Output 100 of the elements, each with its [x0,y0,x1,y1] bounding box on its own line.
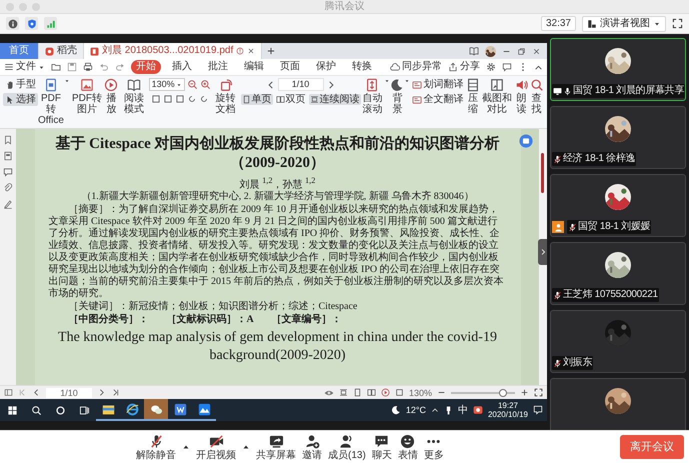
new-tab-icon[interactable] [266,46,276,56]
share-button[interactable]: 分享 [448,61,480,73]
participant-tile[interactable]: 国贸 18-1 刘媛媛 [550,174,686,237]
rotate-left-icon[interactable] [186,94,197,104]
two-page-icon[interactable] [366,388,376,397]
attachment-icon[interactable] [3,183,13,193]
file-menu[interactable]: 文件 [4,61,45,73]
ribbon-button[interactable]: PDF转图片 [70,78,104,115]
toolbar-button[interactable]: 成员(13) [328,434,366,460]
ribbon-button[interactable]: 手型 [3,78,38,91]
ribbon-button[interactable]: 划词翻译 [410,78,466,91]
fullscreen-icon[interactable] [672,18,683,29]
zoom-field[interactable]: 130% [148,78,185,91]
save-icon[interactable] [67,62,77,72]
undo-icon[interactable] [99,62,109,72]
view-mode-button[interactable]: 单页 [240,94,272,105]
participant-tile[interactable]: 刘振东 [550,310,686,373]
weather-temperature[interactable]: 12°C [406,405,426,415]
sync-status[interactable]: 同步异常 [390,61,442,73]
caret-up-icon[interactable] [242,443,250,451]
fit-page-icon[interactable] [150,94,161,104]
menu-tab[interactable]: 开始 [131,60,161,74]
page-field[interactable]: 1/10 [46,388,92,398]
toolbar-button[interactable]: 更多 [424,434,444,460]
ribbon-button[interactable]: PDF转Office [38,78,64,126]
input-method[interactable]: 中 [458,403,468,417]
participant-tile[interactable]: 王芝炜 107552000221 [550,242,686,305]
info-button[interactable] [6,17,19,30]
close-icon[interactable] [532,46,541,56]
ribbon-button[interactable]: 全文翻译 [410,93,466,106]
caret-icon[interactable] [404,78,410,84]
toolbar-button[interactable]: 邀请 [302,434,322,460]
circle-icon[interactable] [54,404,66,416]
view-mode-button[interactable]: 双页 [274,94,306,105]
document-tab[interactable]: 首页 [0,43,39,59]
fit-width-icon[interactable] [162,94,173,104]
book-icon[interactable] [469,46,479,56]
menu-tab[interactable]: 保护 [311,60,341,74]
document-tab[interactable]: 稻壳 [39,43,84,59]
menu-tab[interactable]: 批注 [203,60,233,74]
settings-icon[interactable] [486,62,496,72]
caret-icon[interactable] [64,78,70,84]
participant-tile[interactable]: 国贸 18-1 刘晨的屏幕共享 [550,38,686,101]
leave-button[interactable]: 离开会议 [620,435,684,459]
toolbar-button[interactable]: 共享屏幕 [256,434,296,460]
menu-tab[interactable]: 编辑 [239,60,269,74]
rotate-right-icon[interactable] [198,94,209,104]
ribbon-button[interactable]: 播放 [104,78,119,115]
ribbon-button[interactable]: 截图和对比 [480,78,514,115]
ribbon-button[interactable]: 选择 [3,93,38,106]
assistant-icon[interactable] [519,134,533,148]
restore-icon[interactable] [517,46,526,56]
ribbon-button[interactable]: 背景 [390,78,404,115]
ribbon-button[interactable]: 阅读模式 [118,78,149,115]
continuous-icon[interactable] [338,388,348,397]
page-icon[interactable] [352,388,362,397]
page-field[interactable]: 1/10 [278,78,324,91]
task-view-icon[interactable] [78,404,90,416]
toolbar-button[interactable]: 表情 [398,434,418,460]
notification-icon[interactable] [533,405,543,415]
ribbon-button[interactable]: 自动滚动 [360,78,384,115]
thumbnail-icon[interactable] [3,151,13,161]
previous-icon[interactable] [266,80,276,90]
comment-icon[interactable] [502,62,512,72]
participant-tile[interactable] [550,378,686,430]
zoom-in-icon[interactable] [520,388,529,397]
ribbon-button[interactable]: 查找 [529,78,544,115]
toolbar-button[interactable]: 聊天 [372,434,392,460]
start-icon[interactable] [6,404,18,416]
signature-icon[interactable] [3,199,13,209]
caret-up-icon[interactable] [430,406,439,414]
page-icon[interactable] [174,94,185,104]
last-page-icon[interactable] [111,388,120,397]
slider-thumb[interactable] [499,388,508,396]
ribbon-button[interactable]: 朗读 [514,78,530,115]
sidebar-icon[interactable] [4,388,13,397]
comment-icon[interactable] [3,167,13,177]
menu-tab[interactable]: 插入 [167,60,197,74]
folder-icon[interactable] [51,62,61,72]
zoom-in-icon[interactable] [200,79,211,90]
security-button[interactable] [25,17,38,30]
toolbar-button[interactable]: 解除静音 [136,434,176,460]
scrollbar-thumb[interactable] [541,153,544,193]
ribbon-button[interactable]: 压缩 [465,78,480,115]
zoom-level[interactable]: 130% [408,388,432,398]
redo-icon[interactable] [115,62,125,72]
ribbon-button[interactable]: 旋转文档 [210,78,240,115]
fullscreen-icon[interactable] [534,388,543,397]
menu-tab[interactable]: 转换 [347,60,377,74]
play-icon[interactable] [380,388,390,397]
expand-handle[interactable] [538,239,547,265]
zoom-out-icon[interactable] [186,79,198,90]
bookmark-icon[interactable] [3,135,13,145]
menu-tab[interactable]: 页面 [275,60,305,74]
fit-width-icon[interactable] [394,388,404,397]
view-mode-dropdown[interactable]: 演讲者视图 [582,16,666,32]
document-tab[interactable]: 刘晨 20180503...0201019.pdf [84,43,262,59]
app-tray-icon[interactable] [472,405,483,415]
taskbar-clock[interactable]: 19:27 2020/10/19 [488,401,528,419]
caret-icon[interactable] [384,78,390,84]
